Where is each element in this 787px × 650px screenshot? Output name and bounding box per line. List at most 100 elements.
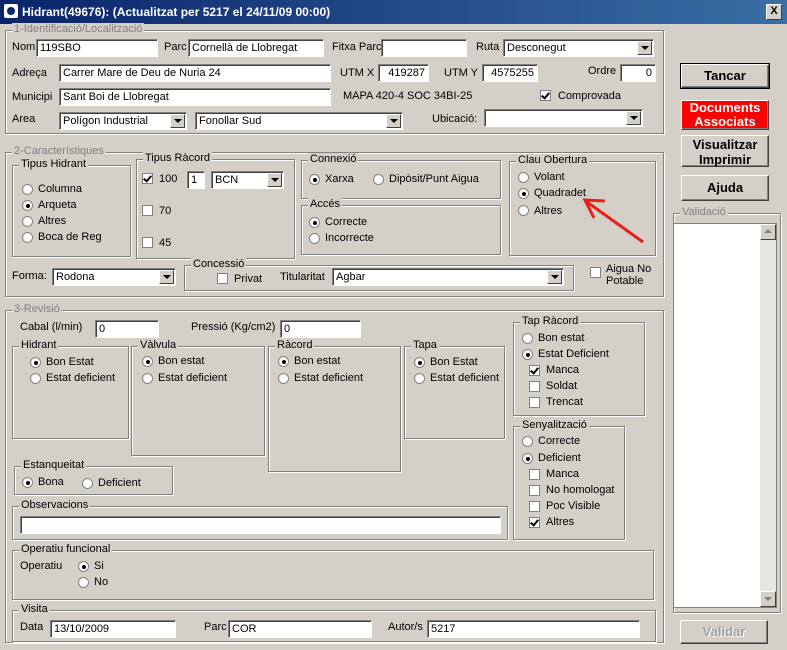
radio-volant[interactable] xyxy=(518,172,529,183)
title-bar: Hidrant(49676): (Actualitzat per 5217 el… xyxy=(0,0,787,24)
privat-checkbox[interactable] xyxy=(217,273,228,284)
radio-tapa-bon[interactable] xyxy=(414,357,425,368)
comprovada-checkbox[interactable] xyxy=(540,90,551,101)
radio-racord-bon[interactable] xyxy=(278,356,289,367)
window-title: Hidrant(49676): (Actualitzat per 5217 el… xyxy=(22,5,331,19)
visita-data-field[interactable]: 13/10/2009 xyxy=(50,620,176,638)
pressio-field[interactable]: 0 xyxy=(280,320,361,338)
ordre-field[interactable]: 0 xyxy=(620,64,656,82)
racord-45-checkbox[interactable] xyxy=(142,237,153,248)
valvula-bon-label: Bon estat xyxy=(158,355,205,367)
radio-hidrant-def[interactable] xyxy=(30,373,41,384)
ruta-label: Ruta xyxy=(476,41,500,53)
aigua-no-potable-checkbox[interactable] xyxy=(590,267,601,278)
group-title: Vàlvula xyxy=(138,339,179,351)
validar-button[interactable]: Validar xyxy=(680,620,768,644)
racord-bon-label: Bon estat xyxy=(294,355,341,367)
radio-acces-incorrecte[interactable] xyxy=(309,233,320,244)
radio-diposit[interactable] xyxy=(373,174,384,185)
ajuda-button[interactable]: Ajuda xyxy=(681,175,769,201)
radio-tapa-def[interactable] xyxy=(414,373,425,384)
seny-no-homologat-checkbox[interactable] xyxy=(529,485,540,496)
radio-arqueta[interactable] xyxy=(22,200,33,211)
ruta-select[interactable]: Desconegut xyxy=(503,39,654,57)
titularitat-select[interactable]: Agbar xyxy=(332,268,564,286)
area-select[interactable]: Polígon Industrial xyxy=(59,112,187,130)
area-zone-select[interactable]: Fonollar Sud xyxy=(195,112,403,130)
visita-parc-field[interactable]: COR xyxy=(228,620,372,638)
documents-button[interactable]: Documents Associats xyxy=(681,100,769,130)
visita-autor-field[interactable]: 5217 xyxy=(427,620,640,638)
radio-valvula-def[interactable] xyxy=(142,373,153,384)
radio-acces-correcte[interactable] xyxy=(309,217,320,228)
estanq-deficient-label: Deficient xyxy=(98,477,141,489)
seny-poc-visible-checkbox[interactable] xyxy=(529,501,540,512)
group-title: Accés xyxy=(308,198,342,210)
chevron-down-icon[interactable] xyxy=(547,270,562,284)
seny-altres-checkbox[interactable] xyxy=(529,517,540,528)
radio-altres[interactable] xyxy=(22,216,33,227)
ruta-value: Desconegut xyxy=(507,42,566,54)
radio-operatiu-si[interactable] xyxy=(78,561,89,572)
radio-estanq-bona[interactable] xyxy=(22,477,33,488)
radio-valvula-bon[interactable] xyxy=(142,356,153,367)
radio-operatiu-no[interactable] xyxy=(78,577,89,588)
scroll-up-icon[interactable] xyxy=(760,224,776,240)
radio-seny-correcte[interactable] xyxy=(522,436,533,447)
chevron-down-icon[interactable] xyxy=(386,114,401,128)
cabal-field[interactable]: 0 xyxy=(95,320,159,338)
racord-70-checkbox[interactable] xyxy=(142,205,153,216)
tap-manca-checkbox[interactable] xyxy=(529,365,540,376)
fitxa-parc-field[interactable] xyxy=(381,39,467,57)
chevron-down-icon[interactable] xyxy=(159,270,174,284)
tap-soldat-checkbox[interactable] xyxy=(529,381,540,392)
nom-field[interactable]: 119SBO xyxy=(36,39,158,57)
tap-trencat-checkbox[interactable] xyxy=(529,397,540,408)
chevron-down-icon[interactable] xyxy=(267,173,282,187)
radio-hidrant-bon[interactable] xyxy=(30,357,41,368)
racord-45-label: 45 xyxy=(159,237,172,249)
radio-seny-deficient[interactable] xyxy=(522,453,533,464)
group-title: Ràcord xyxy=(275,339,315,351)
seny-manca-checkbox[interactable] xyxy=(529,469,540,480)
racord-100-checkbox[interactable] xyxy=(142,173,153,184)
privat-label: Privat xyxy=(234,273,263,285)
utmy-field[interactable]: 4575255 xyxy=(482,64,538,82)
radio-tap-bon[interactable] xyxy=(522,333,533,344)
tapa-bon-label: Bon Estat xyxy=(430,356,478,368)
ubicacio-select[interactable] xyxy=(484,109,643,127)
radio-xarxa[interactable] xyxy=(309,174,320,185)
chevron-down-icon[interactable] xyxy=(626,111,641,125)
tancar-button[interactable]: Tancar xyxy=(680,63,770,89)
observacions-field[interactable] xyxy=(20,516,501,534)
close-button[interactable]: X xyxy=(766,4,782,20)
section-title: 1-Identificació/Localització xyxy=(12,23,145,35)
validacio-scrollbar[interactable] xyxy=(760,224,776,607)
adreca-field[interactable]: Carrer Mare de Deu de Nuria 24 xyxy=(59,64,331,82)
utmx-field[interactable]: 419287 xyxy=(378,64,429,82)
scroll-down-icon[interactable] xyxy=(760,591,776,607)
parc-field[interactable]: Cornellà de Llobregat xyxy=(188,39,324,57)
area-label: Area xyxy=(12,113,36,125)
seny-correcte-label: Correcte xyxy=(538,435,581,447)
radio-quadradet[interactable] xyxy=(518,188,529,199)
racord-type-select[interactable]: BCN xyxy=(211,171,284,189)
radio-clau-altres[interactable] xyxy=(518,205,529,216)
radio-tap-def[interactable] xyxy=(522,349,533,360)
group-acces: Accés xyxy=(301,198,501,255)
arrow-shaft xyxy=(586,200,644,244)
chevron-down-icon[interactable] xyxy=(170,114,185,128)
racord-70-label: 70 xyxy=(159,205,172,217)
visualitzar-button[interactable]: Visualitzar Imprimir xyxy=(681,135,769,167)
group-title: Tipus Hidrant xyxy=(19,158,89,170)
forma-select[interactable]: Rodona xyxy=(52,268,176,286)
racord-qty-field[interactable]: 1 xyxy=(187,171,205,189)
xarxa-label: Xarxa xyxy=(325,173,354,185)
radio-boca-de-reg[interactable] xyxy=(22,232,33,243)
forma-value: Rodona xyxy=(56,271,95,283)
radio-racord-def[interactable] xyxy=(278,373,289,384)
chevron-down-icon[interactable] xyxy=(637,41,652,55)
radio-columna[interactable] xyxy=(22,184,33,195)
municipi-field[interactable]: Sant Boi de Llobregat xyxy=(59,88,331,106)
radio-estanq-deficient[interactable] xyxy=(82,478,93,489)
